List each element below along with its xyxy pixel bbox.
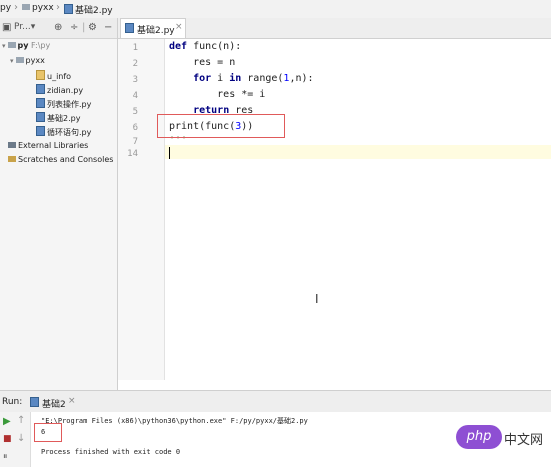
line-number: 5 <box>132 107 138 117</box>
code-editor[interactable]: def func(n): res = n for i in range(1,n)… <box>157 39 551 380</box>
collapse-icon[interactable]: ÷ <box>70 22 78 33</box>
console-exit-message: Process finished with exit code 0 <box>41 448 181 456</box>
scratches-icon <box>8 156 16 162</box>
down-arrow-icon[interactable]: ↓ <box>17 433 25 444</box>
keyword: in <box>229 73 242 84</box>
gear-icon[interactable]: ⚙ <box>88 22 97 33</box>
file-icon <box>36 70 45 80</box>
tree-item-external-libraries[interactable]: External Libraries <box>8 141 88 150</box>
breadcrumb-separator-icon: › <box>14 2 18 13</box>
code-text: ,n): <box>289 73 314 84</box>
editor-tab-bar: 基础2.py × <box>118 18 551 39</box>
locate-icon[interactable]: ⊕ <box>54 22 62 33</box>
tree-label: External Libraries <box>18 141 89 150</box>
tree-item-zidian[interactable]: zidian.py <box>36 84 83 95</box>
project-toolbar: ▣ Pr...▾ ⊕ ÷ | ⚙ − <box>0 18 117 39</box>
run-panel-header: Run: 基础2 × <box>0 390 551 413</box>
tree-label: zidian.py <box>47 86 84 95</box>
breadcrumb: py › pyxx › 基础2.py <box>0 0 551 19</box>
line-number-gutter: 1 2 3 4 5 6 7 14 <box>118 39 165 380</box>
line-number: 6 <box>132 123 138 133</box>
python-file-icon <box>30 397 39 407</box>
ibeam-cursor-icon: I <box>315 292 319 306</box>
code-line: res = n <box>169 57 236 68</box>
code-text: i <box>211 73 230 84</box>
tree-label: Scratches and Consoles <box>18 155 114 164</box>
close-icon[interactable]: × <box>175 22 183 32</box>
annotation-box <box>157 114 285 138</box>
tree-label: py <box>17 41 29 50</box>
python-file-icon <box>36 84 45 94</box>
breadcrumb-item-pyxx[interactable]: pyxx <box>22 3 54 13</box>
current-line-highlight <box>165 145 551 159</box>
python-file-icon <box>36 98 45 108</box>
hide-icon[interactable]: − <box>104 22 112 33</box>
annotation-box <box>34 423 62 442</box>
project-view-selector[interactable]: Pr...▾ <box>14 22 35 32</box>
project-view-icon[interactable]: ▣ <box>2 22 11 33</box>
breadcrumb-label: 基础2.py <box>75 6 113 16</box>
code-line: for i in range(1,n): <box>169 73 314 84</box>
breadcrumb-separator-icon: › <box>56 2 60 13</box>
line-number: 14 <box>127 149 138 159</box>
python-file-icon <box>125 23 134 33</box>
folder-icon <box>7 42 16 48</box>
up-arrow-icon[interactable]: ↑ <box>17 415 25 426</box>
divider: | <box>82 22 86 33</box>
tab-basic2[interactable]: 基础2.py × <box>120 18 186 38</box>
tree-item-loops[interactable]: 循环语句.py <box>36 126 91 138</box>
tree-item-pyxx[interactable]: ▾ pyxx <box>10 56 45 65</box>
line-number: 1 <box>132 43 138 53</box>
line-number: 4 <box>132 91 138 101</box>
tree-label: 列表操作.py <box>47 100 92 109</box>
folder-icon <box>15 57 24 63</box>
run-icon[interactable]: ▶ <box>3 416 11 427</box>
project-panel: ▣ Pr...▾ ⊕ ÷ | ⚙ − ▾ py F:\py ▾ pyxx u_inf… <box>0 18 118 390</box>
code-line: def func(n): <box>169 41 241 52</box>
pause-icon[interactable]: ⏸ <box>3 452 8 462</box>
code-text: func(n): <box>187 41 242 52</box>
code-line: res *= i <box>169 89 266 100</box>
library-icon <box>8 142 16 148</box>
tree-label: 基础2.py <box>47 114 81 123</box>
folder-icon <box>22 4 30 10</box>
tree-item-list-ops[interactable]: 列表操作.py <box>36 98 91 110</box>
keyword: for <box>193 73 212 84</box>
chevron-down-icon: ▾ <box>10 57 14 65</box>
breadcrumb-item-file[interactable]: 基础2.py <box>64 3 113 16</box>
stop-icon[interactable]: ■ <box>3 434 12 444</box>
tab-label: 基础2.py <box>137 26 175 36</box>
run-label: Run: <box>2 397 23 407</box>
tree-path: F:\py <box>31 41 51 50</box>
tree-label: 循环语句.py <box>47 128 92 137</box>
python-file-icon <box>64 4 73 14</box>
breadcrumb-item-py[interactable]: py <box>0 3 11 13</box>
text-caret <box>169 147 170 159</box>
watermark-text: 中文网 <box>504 433 544 448</box>
close-icon[interactable]: × <box>68 396 76 406</box>
console-command: "E:\Program Files (x86)\python36\python.… <box>41 417 308 425</box>
watermark-logo: php <box>456 425 502 449</box>
tree-item-u-info[interactable]: u_info <box>36 70 71 81</box>
chevron-down-icon: ▾ <box>2 42 6 50</box>
python-file-icon <box>36 112 45 122</box>
line-number: 2 <box>132 59 138 69</box>
run-toolbar: ▶ ↑ ■ ↓ ⏸ <box>0 412 31 467</box>
run-tab[interactable]: 基础2 <box>42 397 66 410</box>
python-file-icon <box>36 126 45 136</box>
line-number: 7 <box>132 137 138 147</box>
tree-label: u_info <box>47 72 72 81</box>
breadcrumb-label: pyxx <box>32 3 54 13</box>
line-number: 3 <box>132 75 138 85</box>
tree-label: pyxx <box>25 56 45 65</box>
watermark: php 中文网 <box>456 425 551 449</box>
code-text: range( <box>241 73 284 84</box>
tree-item-py[interactable]: ▾ py F:\py <box>2 41 50 50</box>
tree-item-scratches[interactable]: Scratches and Consoles <box>8 155 113 164</box>
tree-item-basic2[interactable]: 基础2.py <box>36 112 80 124</box>
keyword: def <box>169 41 188 52</box>
